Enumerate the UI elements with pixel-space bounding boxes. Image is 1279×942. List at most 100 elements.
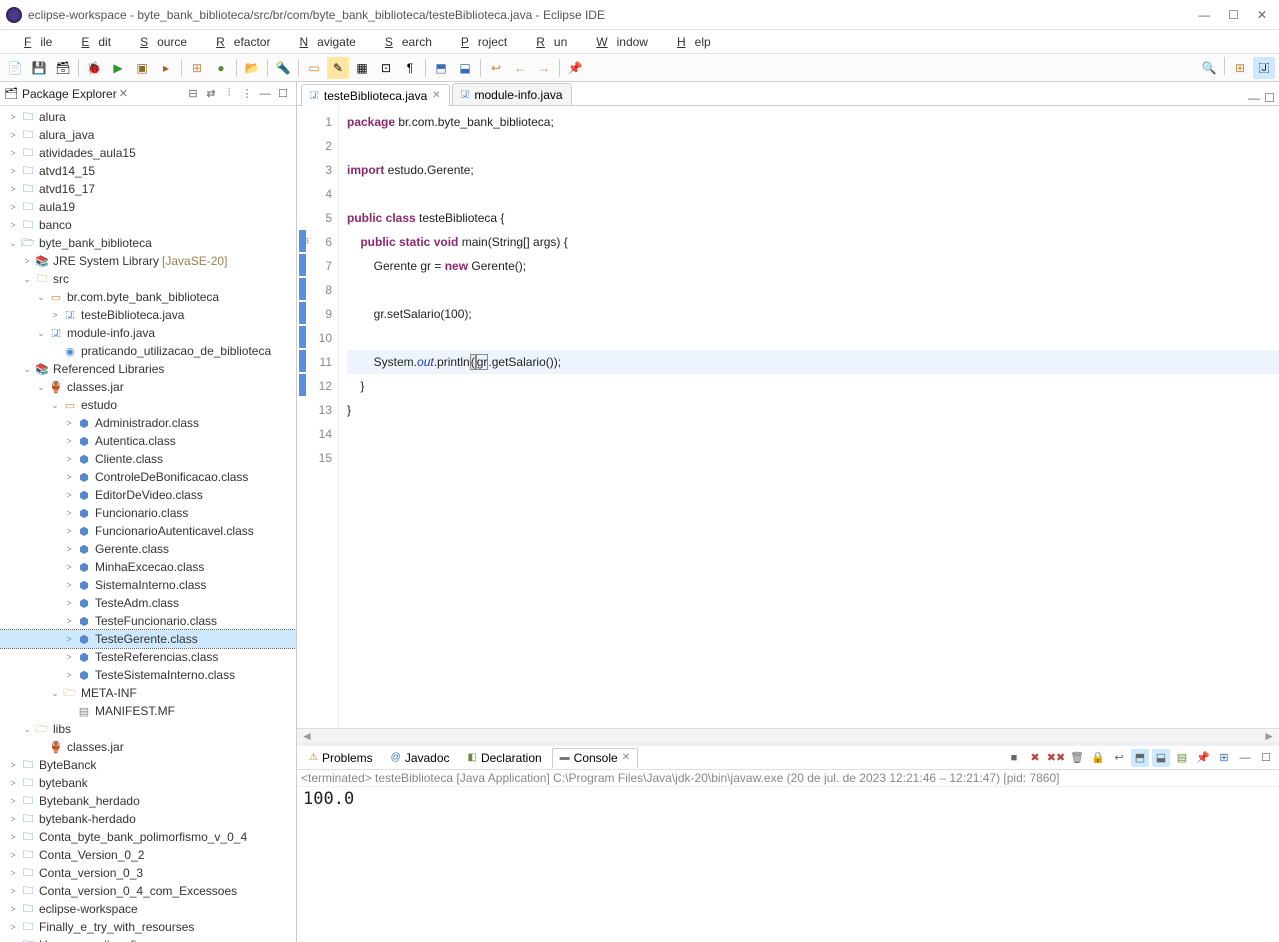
view-menu-button[interactable]: ⋮ [238, 85, 256, 103]
minimize-button[interactable]: — [1198, 8, 1210, 22]
twist-icon[interactable]: > [6, 110, 20, 124]
filter-button[interactable]: ⫶ [220, 85, 238, 103]
line-gutter[interactable]: 123456⊖789101112131415 [297, 106, 339, 728]
project-atvd14_15[interactable]: >🗀atvd14_15 [0, 162, 296, 180]
module-child[interactable]: ◉praticando_utilizacao_de_biblioteca [0, 342, 296, 360]
twist-icon[interactable]: > [6, 866, 20, 880]
close-button[interactable]: ✕ [1257, 8, 1267, 22]
console-pin-button[interactable]: 📌 [1194, 749, 1212, 767]
editor-tab[interactable]: 🇯module-info.java [452, 83, 572, 105]
twist-icon[interactable]: > [62, 506, 76, 520]
bottom-tab-declaration[interactable]: ◧Declaration [460, 748, 550, 768]
class-file[interactable]: >⬢EditorDeVideo.class [0, 486, 296, 504]
debug-button[interactable]: 🐞 [83, 57, 105, 79]
close-view-button[interactable]: ✕ [119, 87, 128, 100]
twist-icon[interactable] [62, 704, 76, 718]
twist-icon[interactable]: > [62, 434, 76, 448]
new-button[interactable]: 📄 [4, 57, 26, 79]
forward-button[interactable]: → [533, 57, 555, 79]
class-file[interactable]: >⬢SistemaInterno.class [0, 576, 296, 594]
menu-project[interactable]: Project [443, 33, 516, 51]
twist-icon[interactable]: ⌄ [6, 236, 20, 250]
code-line[interactable] [347, 134, 1279, 158]
package[interactable]: ⌄▭br.com.byte_bank_biblioteca [0, 288, 296, 306]
twist-icon[interactable]: > [48, 308, 62, 322]
project-ByteBanck[interactable]: >🗀ByteBanck [0, 756, 296, 774]
code-line[interactable]: import estudo.Gerente; [347, 158, 1279, 182]
manifest[interactable]: ▤MANIFEST.MF [0, 702, 296, 720]
code-line[interactable]: package br.com.byte_bank_biblioteca; [347, 110, 1279, 134]
search-button[interactable]: 🔦 [272, 57, 294, 79]
menu-refactor[interactable]: Refactor [198, 33, 279, 51]
twist-icon[interactable]: > [6, 146, 20, 160]
twist-icon[interactable]: > [6, 164, 20, 178]
toggle-mark-button[interactable]: ✎ [327, 57, 349, 79]
new-class-button[interactable]: ● [210, 57, 232, 79]
twist-icon[interactable]: > [6, 794, 20, 808]
code-line[interactable] [347, 446, 1279, 470]
console-display-button[interactable]: ⊞ [1215, 749, 1233, 767]
class-file[interactable]: >⬢Funcionario.class [0, 504, 296, 522]
last-edit-button[interactable]: ↩ [485, 57, 507, 79]
menu-search[interactable]: Search [367, 33, 441, 51]
libs-jar[interactable]: 🏺classes.jar [0, 738, 296, 756]
twist-icon[interactable] [34, 740, 48, 754]
java-perspective-button[interactable]: 🇯 [1253, 57, 1275, 79]
project-atvd16_17[interactable]: >🗀atvd16_17 [0, 180, 296, 198]
maximize-view-button[interactable]: ☐ [274, 85, 292, 103]
twist-icon[interactable] [48, 344, 62, 358]
class-file[interactable]: >⬢TesteReferencias.class [0, 648, 296, 666]
package-tree[interactable]: >🗀alura>🗀alura_java>🗀atividades_aula15>🗀… [0, 106, 296, 942]
show-whitespace-button[interactable]: ⊡ [375, 57, 397, 79]
class-file[interactable]: >⬢FuncionarioAutenticavel.class [0, 522, 296, 540]
code-line[interactable] [347, 422, 1279, 446]
class-file[interactable]: >⬢Autentica.class [0, 432, 296, 450]
twist-icon[interactable]: > [62, 542, 76, 556]
twist-icon[interactable]: > [62, 452, 76, 466]
project-bytebank[interactable]: >🗀bytebank [0, 774, 296, 792]
code-line[interactable]: Gerente gr = new Gerente(); [347, 254, 1279, 278]
twist-icon[interactable]: > [62, 470, 76, 484]
menu-file[interactable]: File [6, 33, 61, 51]
code-line[interactable]: public static void main(String[] args) { [347, 230, 1279, 254]
annotation-next-button[interactable]: ⬓ [454, 57, 476, 79]
menu-source[interactable]: Source [122, 33, 196, 51]
toggle-breadcrumb-button[interactable]: ▭ [303, 57, 325, 79]
bottom-tab-javadoc[interactable]: @Javadoc [383, 748, 458, 768]
editor-minimize-button[interactable]: — [1248, 91, 1260, 105]
bottom-tab-console[interactable]: ▬Console ✕ [552, 748, 638, 768]
class-file[interactable]: >⬢TesteFuncionario.class [0, 612, 296, 630]
twist-icon[interactable]: > [6, 776, 20, 790]
code-line[interactable]: System.out.println(gr.getSalario()); [347, 350, 1279, 374]
project-open[interactable]: ⌄🗁byte_bank_biblioteca [0, 234, 296, 252]
panel-minimize-button[interactable]: — [1236, 749, 1254, 767]
twist-icon[interactable]: > [62, 560, 76, 574]
project-Bytebank_herdado[interactable]: >🗀Bytebank_herdado [0, 792, 296, 810]
twist-icon[interactable]: > [6, 218, 20, 232]
twist-icon[interactable]: ⌄ [34, 326, 48, 340]
menu-help[interactable]: Help [659, 33, 720, 51]
code-editor[interactable]: 123456⊖789101112131415 package br.com.by… [297, 106, 1279, 728]
bottom-tab-problems[interactable]: ⚠Problems [301, 748, 381, 768]
twist-icon[interactable]: > [20, 254, 34, 268]
code-line[interactable]: } [347, 374, 1279, 398]
console-word-wrap-button[interactable]: ↩ [1110, 749, 1128, 767]
project-banco[interactable]: >🗀banco [0, 216, 296, 234]
module-file[interactable]: ⌄🇯module-info.java [0, 324, 296, 342]
console-stop-button[interactable]: ■ [1005, 749, 1023, 767]
open-type-button[interactable]: 📂 [241, 57, 263, 79]
project-Conta_version_0_3[interactable]: >🗀Conta_version_0_3 [0, 864, 296, 882]
code-line[interactable]: gr.setSalario(100); [347, 302, 1279, 326]
back-button[interactable]: ← [509, 57, 531, 79]
console-remove-button[interactable]: ✖ [1026, 749, 1044, 767]
project-alura[interactable]: >🗀alura [0, 108, 296, 126]
menu-run[interactable]: Run [518, 33, 576, 51]
src-folder[interactable]: ⌄🗀src [0, 270, 296, 288]
maximize-button[interactable]: ☐ [1228, 8, 1239, 22]
twist-icon[interactable]: > [6, 848, 20, 862]
class-file[interactable]: >⬢Gerente.class [0, 540, 296, 558]
project-bytebank-herdado[interactable]: >🗀bytebank-herdado [0, 810, 296, 828]
close-tab-button[interactable]: ✕ [622, 752, 630, 763]
pin-button[interactable]: 📌 [564, 57, 586, 79]
code-line[interactable]: public class testeBiblioteca { [347, 206, 1279, 230]
